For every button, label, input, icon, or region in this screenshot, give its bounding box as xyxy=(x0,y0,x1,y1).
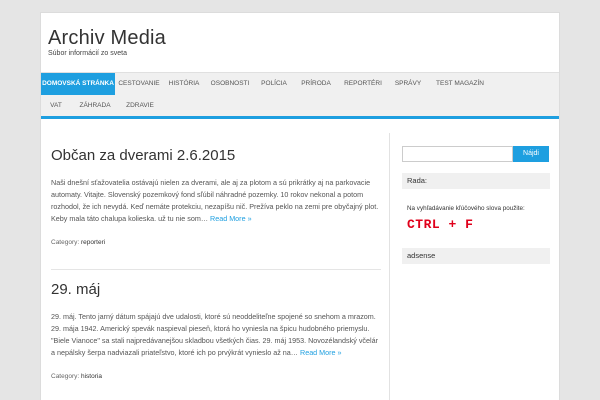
nav-item-priroda[interactable]: PRÍRODA xyxy=(293,73,339,95)
post-excerpt: Naši dnešní sťažovatelia ostávajú nielen… xyxy=(51,177,381,225)
nav-item-test-magazin[interactable]: TEST MAGAZÍN xyxy=(429,73,491,95)
read-more-link[interactable]: Read More » xyxy=(300,348,342,357)
site-title[interactable]: Archiv Media xyxy=(48,27,559,49)
widget-title-rada: Rada: xyxy=(402,173,550,189)
read-more-link[interactable]: Read More » xyxy=(210,214,252,223)
search-button[interactable]: Nájdi xyxy=(513,146,549,162)
nav-item-historia[interactable]: HISTÓRIA xyxy=(163,73,205,95)
category-label: Category: xyxy=(51,239,80,246)
category-label: Category: xyxy=(51,373,80,380)
post-title[interactable]: 29. máj xyxy=(51,281,381,299)
main-navigation: DOMOVSKÁ STRÁNKA CESTOVANIE HISTÓRIA OSO… xyxy=(41,72,559,119)
nav-item-policia[interactable]: POLÍCIA xyxy=(255,73,293,95)
sidebar: Nájdi Rada: Na vyhľadávanie kľúčového sl… xyxy=(402,133,550,264)
nav-item-reporteri[interactable]: REPORTÉRI xyxy=(339,73,387,95)
site-header: Archiv Media Súbor informácií zo sveta xyxy=(41,13,559,73)
nav-item-cestovanie[interactable]: CESTOVANIE xyxy=(115,73,163,95)
widget-title-adsense: adsense xyxy=(402,248,550,264)
search-input[interactable] xyxy=(402,146,513,162)
site-description: Súbor informácií zo sveta xyxy=(48,50,127,57)
search-form: Nájdi xyxy=(402,146,550,162)
post-title[interactable]: Občan za dverami 2.6.2015 xyxy=(51,147,381,165)
nav-item-domovska-stranka[interactable]: DOMOVSKÁ STRÁNKA xyxy=(41,73,115,95)
nav-row-secondary: VAT ZÁHRADA ZDRAVIE xyxy=(41,95,161,117)
shortcut-text: CTRL + F xyxy=(407,217,474,232)
nav-item-vat[interactable]: VAT xyxy=(41,95,71,117)
category-link[interactable]: reporteri xyxy=(81,239,105,246)
category-link[interactable]: historia xyxy=(81,373,102,380)
post-meta: Category: historia xyxy=(51,373,381,380)
nav-item-zdravie[interactable]: ZDRAVIE xyxy=(119,95,161,117)
post-item: 29. máj 29. máj. Tento jarný dátum spája… xyxy=(51,281,381,380)
page-wrapper: Archiv Media Súbor informácií zo sveta D… xyxy=(40,12,560,400)
post-excerpt: 29. máj. Tento jarný dátum spájajú dve u… xyxy=(51,311,381,359)
post-item: Občan za dverami 2.6.2015 Naši dnešní sť… xyxy=(51,147,381,246)
post-meta: Category: reporteri xyxy=(51,239,381,246)
content-area: Občan za dverami 2.6.2015 Naši dnešní sť… xyxy=(41,133,390,400)
nav-item-osobnosti[interactable]: OSOBNOSTI xyxy=(205,73,255,95)
search-tip-text: Na vyhľadávanie kľúčového slova použite: xyxy=(407,205,525,212)
nav-item-zahrada[interactable]: ZÁHRADA xyxy=(71,95,119,117)
nav-item-spravy[interactable]: SPRÁVY xyxy=(387,73,429,95)
post-divider xyxy=(51,269,381,270)
nav-row-primary: DOMOVSKÁ STRÁNKA CESTOVANIE HISTÓRIA OSO… xyxy=(41,73,491,95)
